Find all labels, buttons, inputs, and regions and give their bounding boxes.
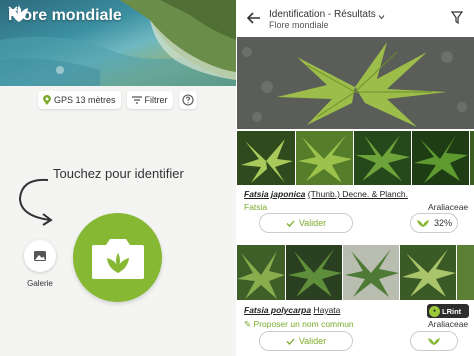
results-screen: Identification - Résultats Flore mondial… — [237, 0, 474, 356]
result1-scientific-name: Fatsia japonica — [244, 189, 306, 199]
gps-chip[interactable]: GPS 13 mètres — [38, 91, 121, 109]
result2-thumb-5[interactable] — [457, 245, 474, 300]
result1-valider-label: Valider — [298, 218, 327, 228]
result1-thumb-3[interactable] — [354, 131, 411, 185]
gallery-label: Galerie — [27, 279, 53, 288]
filter-funnel-icon[interactable] — [451, 11, 463, 24]
camera-button[interactable] — [73, 213, 162, 302]
result1-thumb-2[interactable] — [296, 131, 353, 185]
check-icon — [286, 220, 295, 227]
iucn-icon: ● — [429, 305, 440, 317]
back-arrow-icon[interactable] — [247, 12, 261, 24]
result1-common-name: Fatsia — [244, 202, 268, 212]
result1-family: Araliaceae — [428, 202, 469, 212]
results-subtitle[interactable]: Flore mondiale — [269, 20, 329, 30]
result2-thumb-3[interactable] — [343, 245, 399, 300]
result1-valider-button[interactable]: Valider — [259, 213, 353, 233]
check-icon — [286, 338, 295, 345]
plantnet-leaf-icon — [416, 220, 429, 227]
result1-score-badge: 32% — [410, 213, 458, 233]
filter-label: Filtrer — [144, 95, 168, 105]
chevron-down-icon[interactable] — [8, 5, 18, 13]
curved-arrow-icon — [18, 178, 53, 226]
result2-valider-button[interactable]: Valider — [259, 331, 353, 351]
chevron-down-icon[interactable] — [378, 14, 385, 20]
result2-thumb-4[interactable] — [400, 245, 456, 300]
result1-thumb-1[interactable] — [237, 131, 295, 185]
result2-score-badge — [410, 331, 458, 351]
plantnet-leaf-icon — [428, 338, 440, 345]
identify-hint: Touchez pour identifier — [53, 166, 184, 181]
lrint-badge: ● LRint — [427, 304, 469, 318]
help-button[interactable] — [178, 91, 197, 109]
result1-author: (Thunb.) Decne. & Planch. — [307, 189, 408, 199]
result2-species[interactable]: Fatsia polycarpa Hayata — [244, 305, 340, 315]
result2-family: Araliaceae — [428, 319, 469, 329]
result2-valider-label: Valider — [298, 336, 327, 346]
camera-screen: Flore mondiale GPS 13 mètres Filtrer Tou… — [0, 0, 236, 356]
result2-thumb-2[interactable] — [286, 245, 342, 300]
lrint-label: LRint — [442, 306, 462, 316]
result2-propose-common-name[interactable]: ✎ Proposer un nom commun — [244, 319, 354, 330]
filter-chip[interactable]: Filtrer — [126, 91, 173, 109]
result2-thumb-1[interactable] — [237, 245, 285, 300]
gps-label: GPS 13 mètres — [54, 95, 116, 105]
image-icon — [34, 251, 46, 261]
result1-species[interactable]: Fatsia japonica (Thunb.) Decne. & Planch… — [244, 189, 408, 199]
location-pin-icon — [43, 95, 51, 105]
camera-leaf-icon — [91, 238, 144, 279]
result2-common-name: Proposer un nom commun — [253, 319, 354, 329]
filter-lines-icon — [131, 96, 142, 104]
landscape-banner: Flore mondiale — [0, 0, 236, 86]
app-header[interactable]: Flore mondiale — [8, 5, 122, 27]
gallery-button[interactable] — [24, 240, 56, 272]
result2-scientific-name: Fatsia polycarpa — [244, 305, 312, 315]
result1-score: 32% — [433, 218, 452, 228]
plant-photo — [237, 37, 474, 129]
result1-thumb-4[interactable] — [412, 131, 469, 185]
results-header: Identification - Résultats Flore mondial… — [237, 0, 474, 36]
results-title: Identification - Résultats — [269, 9, 376, 20]
query-photo[interactable] — [237, 37, 474, 129]
pencil-icon: ✎ — [244, 319, 252, 329]
result1-thumb-5[interactable] — [470, 131, 474, 185]
toolbar-chips: GPS 13 mètres Filtrer — [38, 91, 197, 109]
help-icon — [181, 94, 194, 106]
result2-author: Hayata — [313, 305, 341, 315]
